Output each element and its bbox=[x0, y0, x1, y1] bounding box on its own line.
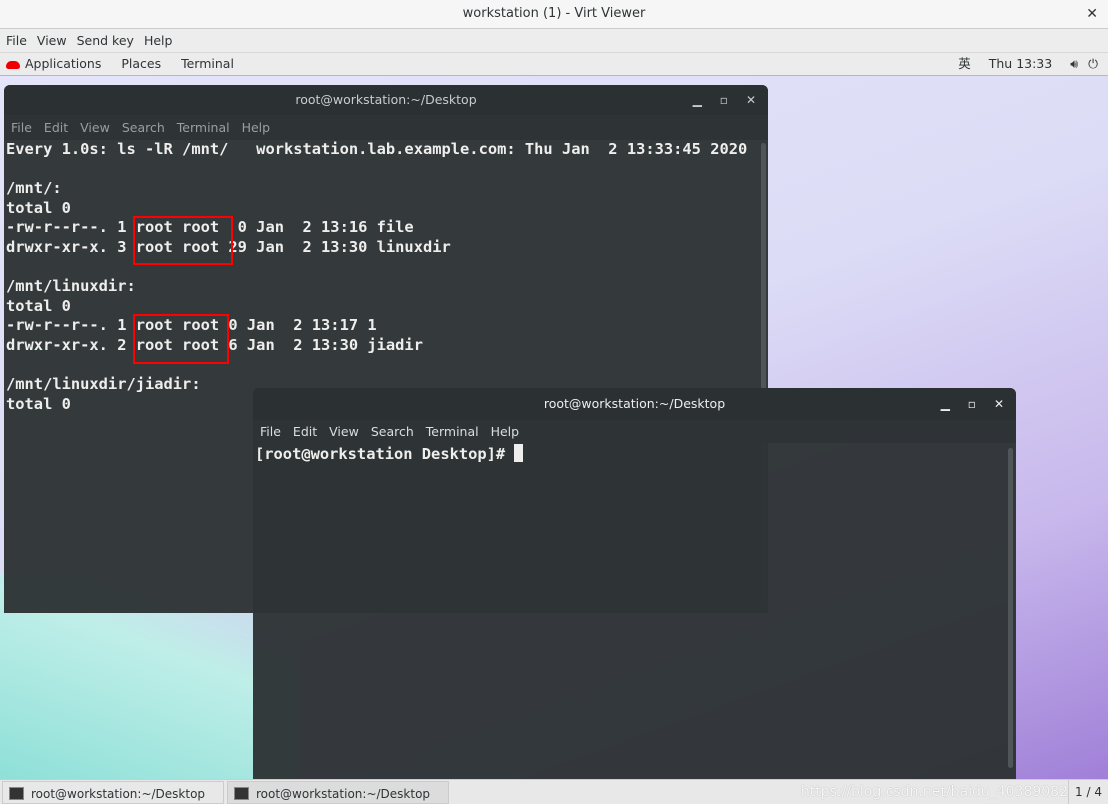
menu-search[interactable]: Search bbox=[371, 424, 414, 439]
menu-view[interactable]: View bbox=[329, 424, 359, 439]
terminal-2-menubar: File Edit View Search Terminal Help bbox=[253, 420, 1016, 443]
terminal-line: total 0 bbox=[6, 296, 71, 315]
menu-terminal[interactable]: Terminal bbox=[426, 424, 479, 439]
applications-menu[interactable]: Applications bbox=[6, 56, 101, 71]
minimize-icon[interactable]: ▁ bbox=[941, 397, 950, 411]
terminal-line: Every 1.0s: ls -lR /mnt/ workstation.lab… bbox=[6, 140, 748, 158]
terminal-2-input[interactable]: [root@workstation Desktop]# bbox=[253, 443, 1016, 465]
volume-icon[interactable]: 🔊︎ bbox=[1070, 56, 1078, 71]
power-icon[interactable]: ⏻ bbox=[1088, 56, 1098, 71]
menu-edit[interactable]: Edit bbox=[293, 424, 317, 439]
watermark: https://blog.csdn.net/baidu_40389082 bbox=[800, 784, 1068, 800]
close-icon[interactable]: ✕ bbox=[746, 93, 756, 107]
terminal-1-title: root@workstation:~/Desktop bbox=[295, 92, 477, 107]
input-method[interactable]: 英 bbox=[958, 56, 971, 71]
menu-file[interactable]: File bbox=[6, 33, 27, 48]
terminal-2-titlebar[interactable]: root@workstation:~/Desktop ▁ ▫ ✕ bbox=[253, 388, 1016, 420]
menu-view[interactable]: View bbox=[80, 120, 110, 135]
clock[interactable]: Thu 13:33 bbox=[989, 56, 1052, 71]
scrollbar[interactable] bbox=[1008, 448, 1013, 768]
menu-help[interactable]: Help bbox=[242, 120, 271, 135]
redhat-icon bbox=[6, 61, 20, 69]
menu-file[interactable]: File bbox=[260, 424, 281, 439]
annotation-box bbox=[133, 216, 233, 265]
terminal-window-2[interactable]: root@workstation:~/Desktop ▁ ▫ ✕ File Edit Vi… bbox=[253, 388, 1016, 779]
maximize-icon[interactable]: ▫ bbox=[720, 93, 728, 107]
close-icon[interactable]: ✕ bbox=[994, 397, 1004, 411]
close-icon[interactable]: ✕ bbox=[1086, 0, 1098, 28]
minimize-icon[interactable]: ▁ bbox=[693, 93, 702, 107]
menu-terminal[interactable]: Terminal bbox=[177, 120, 230, 135]
terminal-2-title: root@workstation:~/Desktop bbox=[543, 396, 726, 411]
taskbar: root@workstation:~/Desktop root@workstat… bbox=[0, 779, 1108, 804]
cursor bbox=[514, 444, 524, 462]
menu-view[interactable]: View bbox=[37, 33, 67, 48]
terminal-1-titlebar[interactable]: root@workstation:~/Desktop ▁ ▫ ✕ bbox=[4, 85, 768, 115]
menu-send-key[interactable]: Send key bbox=[77, 33, 134, 48]
terminal-line: -rw-r--r--. 1 root root 0 Jan 2 13:16 fi… bbox=[6, 218, 414, 237]
terminal-icon bbox=[234, 787, 249, 800]
menu-help[interactable]: Help bbox=[491, 424, 520, 439]
terminal-line: /mnt/linuxdir: bbox=[6, 277, 136, 296]
menu-search[interactable]: Search bbox=[122, 120, 165, 135]
terminal-icon bbox=[9, 787, 24, 800]
terminal-line: drwxr-xr-x. 3 root root 29 Jan 2 13:30 l… bbox=[6, 237, 451, 256]
workspace-indicator[interactable]: 1 / 4 bbox=[1068, 780, 1102, 804]
terminal-1-output: Every 1.0s: ls -lR /mnt/ workstation.lab… bbox=[4, 140, 768, 414]
annotation-box bbox=[133, 314, 229, 364]
menu-edit[interactable]: Edit bbox=[44, 120, 68, 135]
terminal-line: /mnt/: bbox=[6, 179, 62, 198]
terminal-menu[interactable]: Terminal bbox=[181, 56, 234, 71]
menu-help[interactable]: Help bbox=[144, 33, 173, 48]
shell-prompt: [root@workstation Desktop]# bbox=[255, 445, 515, 463]
window-title: workstation (1) - Virt Viewer bbox=[462, 6, 646, 21]
menu-file[interactable]: File bbox=[11, 120, 32, 135]
terminal-line: total 0 bbox=[6, 198, 71, 217]
task-terminal-2[interactable]: root@workstation:~/Desktop bbox=[227, 781, 449, 804]
terminal-line: drwxr-xr-x. 2 root root 6 Jan 2 13:30 ji… bbox=[6, 335, 423, 354]
gnome-top-bar: Applications Places Terminal 英 Thu 13:33 🔊︎ ⏻ bbox=[0, 53, 1108, 76]
task-terminal-1[interactable]: root@workstation:~/Desktop bbox=[2, 781, 224, 804]
viewer-menubar: File View Send key Help bbox=[0, 29, 1108, 53]
window-titlebar: workstation (1) - Virt Viewer ✕ bbox=[0, 0, 1108, 29]
places-menu[interactable]: Places bbox=[121, 56, 161, 71]
terminal-1-menubar: File Edit View Search Terminal Help bbox=[4, 115, 768, 140]
maximize-icon[interactable]: ▫ bbox=[968, 397, 976, 411]
terminal-line: -rw-r--r--. 1 root root 0 Jan 2 13:17 1 bbox=[6, 316, 377, 335]
